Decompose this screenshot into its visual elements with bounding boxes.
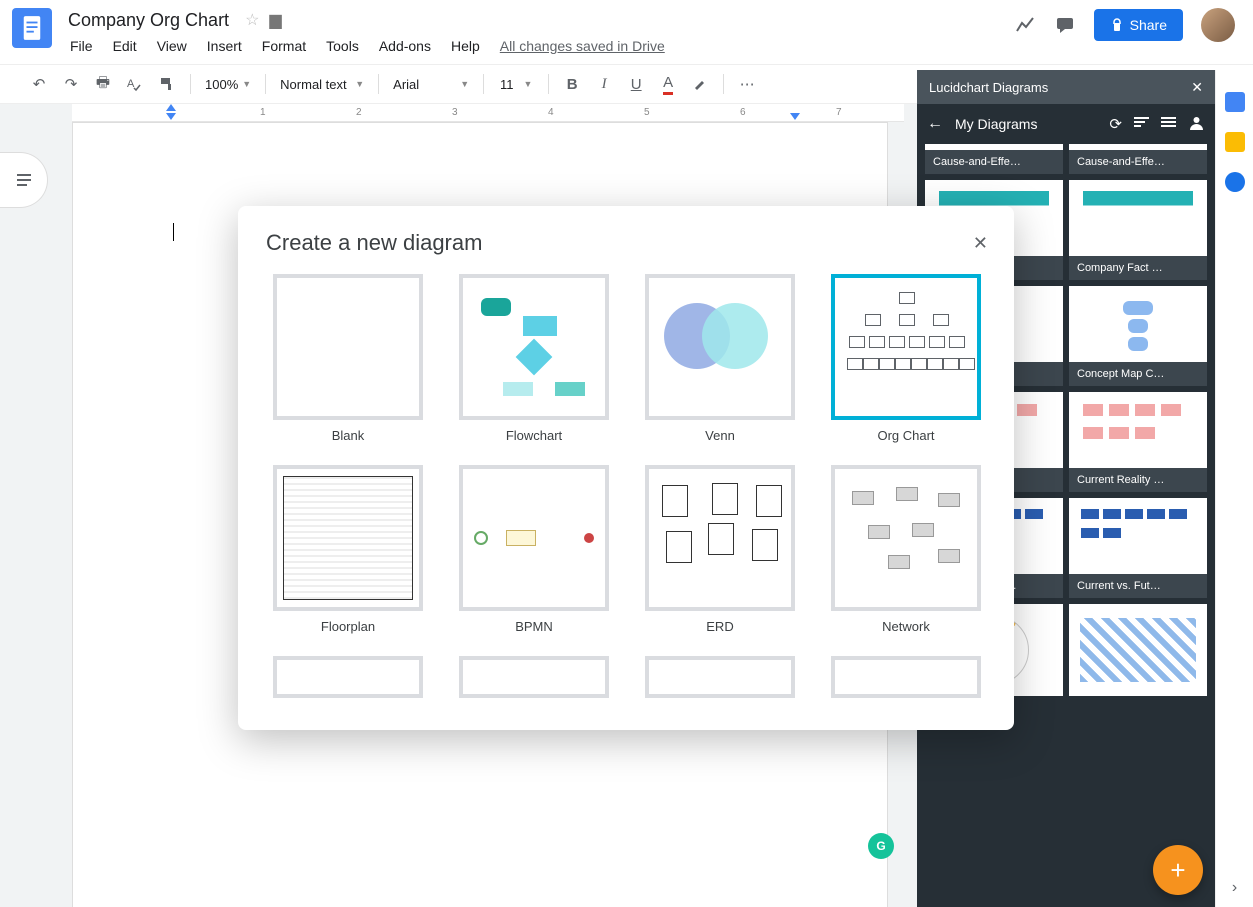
outline-toggle[interactable] (0, 152, 48, 208)
menu-help[interactable]: Help (443, 34, 488, 58)
paint-format-icon[interactable] (152, 69, 182, 99)
highlight-icon[interactable] (685, 69, 715, 99)
template-item[interactable] (452, 656, 616, 698)
underline-icon[interactable]: U (621, 69, 651, 99)
template-item[interactable] (638, 656, 802, 698)
template-label: BPMN (515, 619, 553, 634)
diagram-card-label: Current Reality … (1069, 468, 1207, 492)
zoom-value: 100% (205, 77, 238, 92)
sidepanel-toolbar: ← My Diagrams ⟳ (917, 104, 1215, 144)
font-size-dropdown[interactable]: 11▼ (492, 77, 540, 92)
text-color-icon[interactable]: A (653, 69, 683, 99)
close-icon[interactable]: ✕ (1191, 79, 1203, 96)
diagram-card[interactable]: Concept Map C… (1069, 286, 1207, 386)
account-icon[interactable] (1188, 114, 1205, 135)
diagram-card[interactable]: Cause-and-Effe… (1069, 144, 1207, 174)
star-icon[interactable]: ☆ (245, 10, 259, 30)
print-icon[interactable]: 🖶 (88, 69, 118, 99)
template-bpmn[interactable]: BPMN (452, 465, 616, 634)
tasks-icon[interactable] (1225, 172, 1245, 192)
back-icon[interactable]: ← (927, 115, 943, 133)
bold-icon[interactable]: B (557, 69, 587, 99)
sidepanel-section: My Diagrams (955, 116, 1097, 132)
diagram-card-label: Cause-and-Effe… (1069, 150, 1207, 174)
text-cursor (173, 223, 174, 241)
side-app-rail: › (1215, 70, 1253, 907)
comments-icon[interactable] (1054, 14, 1076, 36)
calendar-icon[interactable] (1225, 92, 1245, 112)
template-label: Venn (705, 428, 735, 443)
template-label: ERD (706, 619, 733, 634)
paragraph-style-dropdown[interactable]: Normal text▼ (274, 77, 370, 92)
menu-addons[interactable]: Add-ons (371, 34, 439, 58)
folder-icon[interactable]: ▆ (269, 10, 281, 30)
template-blank[interactable]: Blank (266, 274, 430, 443)
undo-icon[interactable]: ↶ (24, 69, 54, 99)
template-label: Flowchart (506, 428, 562, 443)
create-diagram-modal: Create a new diagram ✕ Blank Flowchart Ven… (238, 206, 1014, 730)
font-value: Arial (393, 77, 419, 92)
app-header: Company Org Chart ☆ ▆ File Edit View Ins… (0, 0, 1253, 64)
account-avatar[interactable] (1201, 8, 1235, 42)
sidepanel-header: Lucidchart Diagrams ✕ (917, 70, 1215, 104)
zoom-dropdown[interactable]: 100%▼ (199, 77, 257, 92)
template-label: Org Chart (877, 428, 934, 443)
template-label: Floorplan (321, 619, 375, 634)
sidepanel-title: Lucidchart Diagrams (929, 80, 1048, 95)
diagram-card[interactable]: Company Fact … (1069, 180, 1207, 280)
share-label: Share (1130, 17, 1167, 33)
template-item[interactable] (824, 656, 988, 698)
template-item[interactable] (266, 656, 430, 698)
docs-logo[interactable] (12, 8, 52, 48)
diagram-card-label: Company Fact … (1069, 256, 1207, 280)
share-button[interactable]: Share (1094, 9, 1183, 41)
diagram-card-label: Concept Map C… (1069, 362, 1207, 386)
size-value: 11 (500, 77, 514, 92)
diagram-card[interactable] (1069, 604, 1207, 696)
document-title[interactable]: Company Org Chart (62, 8, 235, 33)
new-diagram-fab[interactable]: + (1153, 845, 1203, 895)
template-scroll[interactable]: Blank Flowchart Venn Org Chart Floorplan BPMN… (266, 274, 1002, 704)
activity-icon[interactable] (1014, 14, 1036, 36)
menu-view[interactable]: View (149, 34, 195, 58)
menu-file[interactable]: File (62, 34, 101, 58)
template-floorplan[interactable]: Floorplan (266, 465, 430, 634)
diagram-card[interactable]: Current vs. Fut… (1069, 498, 1207, 598)
diagram-card-label: Current vs. Fut… (1069, 574, 1207, 598)
more-icon[interactable]: ⋯ (732, 69, 762, 99)
menu-bar: File Edit View Insert Format Tools Add-o… (62, 34, 1014, 58)
diagram-card[interactable]: Current Reality … (1069, 392, 1207, 492)
style-value: Normal text (280, 77, 346, 92)
menu-edit[interactable]: Edit (105, 34, 145, 58)
template-org chart[interactable]: Org Chart (824, 274, 988, 443)
grammarly-icon[interactable]: G (868, 833, 894, 859)
keep-icon[interactable] (1225, 132, 1245, 152)
list-view-icon[interactable] (1161, 115, 1176, 134)
save-status[interactable]: All changes saved in Drive (500, 38, 665, 54)
expand-rail-icon[interactable]: › (1232, 879, 1237, 897)
sort-icon[interactable] (1134, 115, 1149, 134)
menu-insert[interactable]: Insert (199, 34, 250, 58)
template-flowchart[interactable]: Flowchart (452, 274, 616, 443)
redo-icon[interactable]: ↷ (56, 69, 86, 99)
template-erd[interactable]: ERD (638, 465, 802, 634)
refresh-icon[interactable]: ⟳ (1109, 115, 1122, 133)
menu-format[interactable]: Format (254, 34, 314, 58)
modal-title: Create a new diagram (266, 230, 482, 256)
italic-icon[interactable]: I (589, 69, 619, 99)
menu-tools[interactable]: Tools (318, 34, 367, 58)
horizontal-ruler[interactable]: 1 2 3 4 5 6 7 (72, 104, 904, 122)
close-icon[interactable]: ✕ (973, 233, 988, 254)
template-label: Blank (332, 428, 365, 443)
template-venn[interactable]: Venn (638, 274, 802, 443)
spellcheck-icon[interactable]: A (120, 69, 150, 99)
diagram-card[interactable]: Cause-and-Effe… (925, 144, 1063, 174)
template-grid: Blank Flowchart Venn Org Chart Floorplan BPMN… (266, 274, 988, 698)
template-label: Network (882, 619, 930, 634)
diagram-card-label: Cause-and-Effe… (925, 150, 1063, 174)
template-network[interactable]: Network (824, 465, 988, 634)
font-dropdown[interactable]: Arial▼ (387, 77, 475, 92)
